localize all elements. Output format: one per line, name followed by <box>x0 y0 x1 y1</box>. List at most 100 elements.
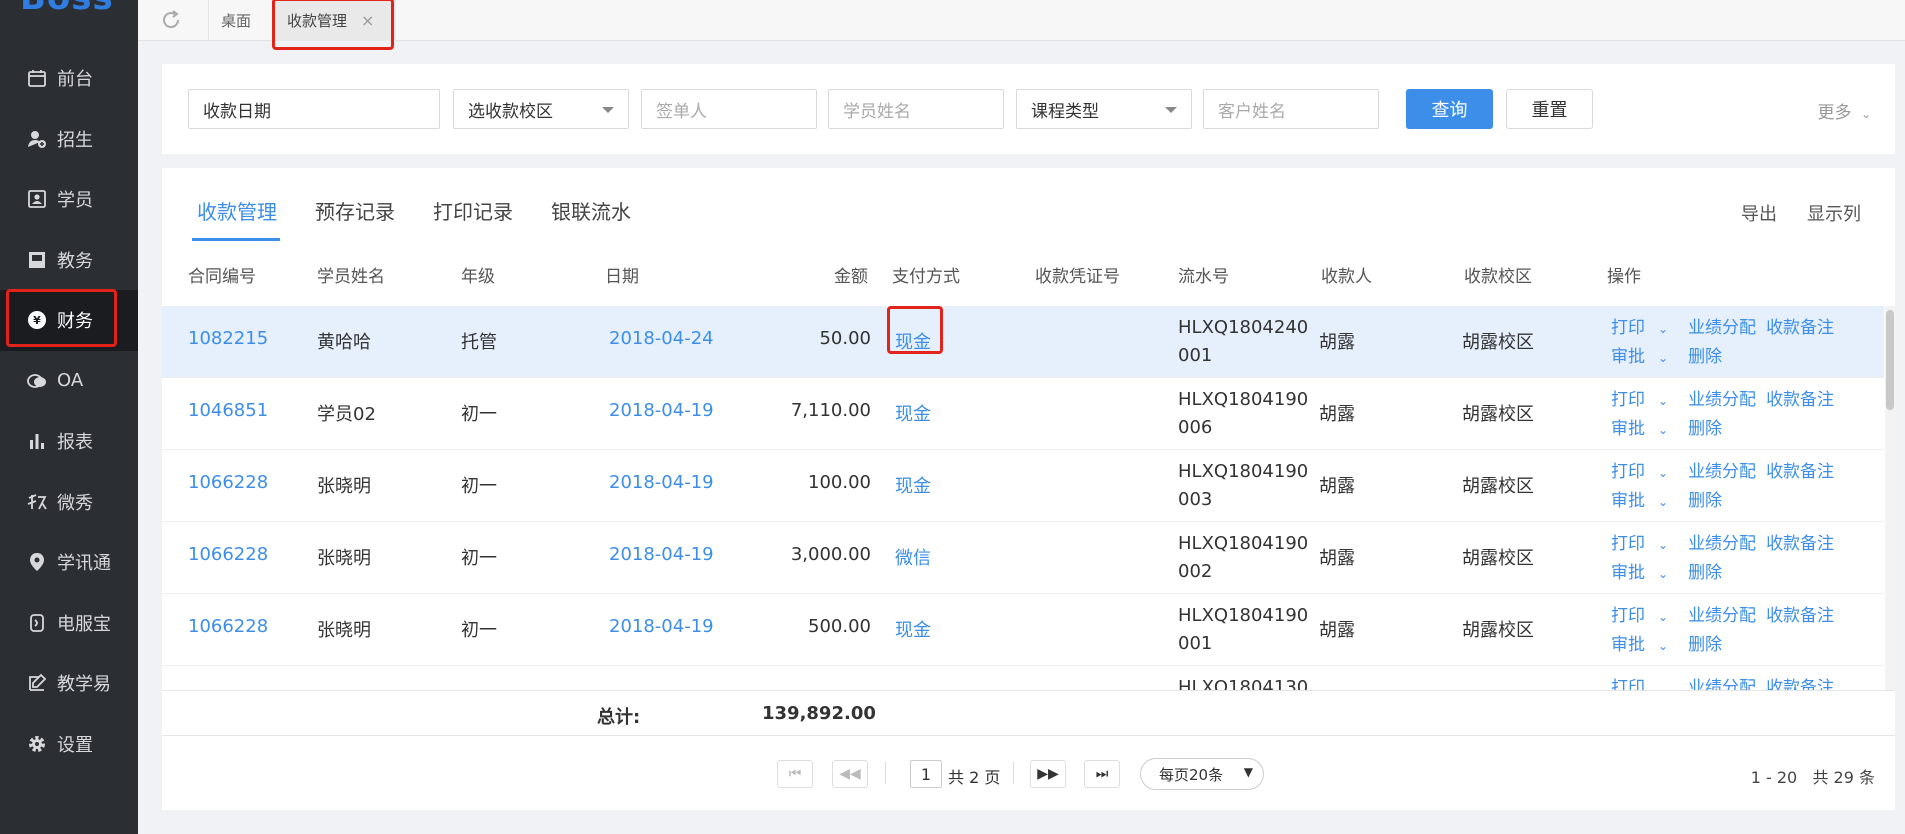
sub-tabs: 收款管理 预存记录 打印记录 银联流水 导出 显示列 <box>162 168 1895 242</box>
delete-action[interactable]: 删除 <box>1688 491 1722 511</box>
tab-desktop[interactable]: 桌面 <box>208 0 263 41</box>
page-size-select[interactable]: 每页20条 ▼ <box>1140 758 1264 790</box>
audit-action[interactable]: 审批 ⌄ <box>1611 635 1678 655</box>
sidebar-item-academic[interactable]: 教务 <box>0 230 138 291</box>
pager-info: 1 - 20 共 29 条 <box>1751 764 1875 788</box>
sidebar-item-finance[interactable]: ¥ 财务 <box>0 290 138 351</box>
contract-link[interactable]: 1046851 <box>188 400 268 421</box>
customer-name-input[interactable]: 客户姓名 <box>1203 89 1379 129</box>
performance-action[interactable]: 业绩分配 <box>1688 678 1756 690</box>
sidebar-item-oa[interactable]: OA <box>0 351 138 412</box>
first-page-icon[interactable]: ⏮ <box>777 760 813 788</box>
print-action[interactable]: 打印 ⌄ <box>1611 678 1678 690</box>
columns-button[interactable]: 显示列 <box>1807 200 1861 226</box>
refresh-icon[interactable] <box>160 9 182 31</box>
pager-total: 共 29 条 <box>1812 768 1875 787</box>
serial-no: HLXQ1804190 001 <box>1178 605 1309 654</box>
sidebar-item-front-desk[interactable]: 前台 <box>0 48 138 109</box>
performance-action[interactable]: 业绩分配 <box>1688 534 1756 554</box>
table-row[interactable]: HLXQ1804130 打印 ⌄ 业绩分配 收款备注 <box>162 666 1884 690</box>
note-action[interactable]: 收款备注 <box>1766 534 1834 554</box>
table-row[interactable]: 1066228 张晓明 初一 2018-04-19 3,000.00 微信 HL… <box>162 522 1884 594</box>
subtab-unionpay[interactable]: 银联流水 <box>551 196 631 225</box>
note-action[interactable]: 收款备注 <box>1766 390 1834 410</box>
course-type-select[interactable]: 课程类型 <box>1016 89 1192 129</box>
payment-method-link[interactable]: 现金 <box>895 472 931 498</box>
payment-method-link[interactable]: 现金 <box>895 400 931 426</box>
note-action[interactable]: 收款备注 <box>1766 606 1834 626</box>
note-action[interactable]: 收款备注 <box>1766 318 1834 338</box>
date-link[interactable]: 2018-04-24 <box>609 328 714 349</box>
performance-action[interactable]: 业绩分配 <box>1688 390 1756 410</box>
contract-link[interactable]: 1082215 <box>188 328 268 349</box>
close-icon[interactable]: × <box>361 11 374 30</box>
date-range-input[interactable]: 收款日期 <box>188 89 440 129</box>
audit-action[interactable]: 审批 ⌄ <box>1611 491 1678 511</box>
table-row[interactable]: 1082215 黄哈哈 托管 2018-04-24 50.00 现金 HLXQ1… <box>162 306 1884 378</box>
payment-method-link[interactable]: 现金 <box>895 616 931 642</box>
sidebar-item-reports[interactable]: 报表 <box>0 411 138 472</box>
tab-payment-management[interactable]: 收款管理 × <box>274 0 396 41</box>
audit-action[interactable]: 审批 ⌄ <box>1611 419 1678 439</box>
table-body: 1082215 黄哈哈 托管 2018-04-24 50.00 现金 HLXQ1… <box>162 306 1884 690</box>
table-row[interactable]: 1066228 张晓明 初一 2018-04-19 100.00 现金 HLXQ… <box>162 450 1884 522</box>
table-row[interactable]: 1066228 张晓明 初一 2018-04-19 500.00 现金 HLXQ… <box>162 594 1884 666</box>
date-link[interactable]: 2018-04-19 <box>609 544 714 565</box>
sidebar-item-jiaoxueyi[interactable]: 教学易 <box>0 653 138 714</box>
contract-link[interactable]: 1066228 <box>188 472 268 493</box>
sidebar-item-weixiu[interactable]: 微秀 <box>0 472 138 533</box>
performance-action[interactable]: 业绩分配 <box>1688 606 1756 626</box>
subtab-prepaid[interactable]: 预存记录 <box>315 196 395 225</box>
table-scrollbar[interactable] <box>1885 306 1895 690</box>
performance-action[interactable]: 业绩分配 <box>1688 318 1756 338</box>
note-action[interactable]: 收款备注 <box>1766 678 1834 690</box>
delete-action[interactable]: 删除 <box>1688 563 1722 583</box>
search-button[interactable]: 查询 <box>1406 89 1493 129</box>
delete-action[interactable]: 删除 <box>1688 347 1722 367</box>
sidebar-item-label: 微秀 <box>57 492 93 514</box>
print-action[interactable]: 打印 ⌄ <box>1611 534 1678 554</box>
delete-action[interactable]: 删除 <box>1688 419 1722 439</box>
date-link[interactable]: 2018-04-19 <box>609 400 714 421</box>
print-action[interactable]: 打印 ⌄ <box>1611 606 1678 626</box>
sidebar-item-label: 前台 <box>57 69 93 91</box>
subtab-print-records[interactable]: 打印记录 <box>433 196 513 225</box>
campus-select-value: 选收款校区 <box>468 101 553 122</box>
sidebar-item-dianfubao[interactable]: 电服宝 <box>0 593 138 654</box>
sidebar-item-label: 财务 <box>57 311 93 333</box>
sidebar-item-settings[interactable]: 设置 <box>0 714 138 775</box>
campus-select[interactable]: 选收款校区 <box>453 89 629 129</box>
performance-action[interactable]: 业绩分配 <box>1688 462 1756 482</box>
table-row[interactable]: 1046851 学员02 初一 2018-04-19 7,110.00 现金 H… <box>162 378 1884 450</box>
subtab-payments[interactable]: 收款管理 <box>197 196 277 225</box>
active-tab-underline <box>192 238 280 241</box>
audit-action[interactable]: 审批 ⌄ <box>1611 563 1678 583</box>
payment-method-link[interactable]: 微信 <box>895 544 931 570</box>
export-button[interactable]: 导出 <box>1741 200 1777 226</box>
date-link[interactable]: 2018-04-19 <box>609 472 714 493</box>
sidebar-item-enrollment[interactable]: 招生 <box>0 109 138 170</box>
prev-page-icon[interactable]: ◀◀ <box>832 760 868 788</box>
sidebar-item-xuexuntong[interactable]: 学讯通 <box>0 532 138 593</box>
contract-link[interactable]: 1066228 <box>188 544 268 565</box>
note-action[interactable]: 收款备注 <box>1766 462 1834 482</box>
date-link[interactable]: 2018-04-19 <box>609 616 714 637</box>
col-payment-method: 支付方式 <box>892 267 960 287</box>
print-action[interactable]: 打印 ⌄ <box>1611 462 1678 482</box>
contract-link[interactable]: 1066228 <box>188 616 268 637</box>
scrollbar-thumb[interactable] <box>1886 310 1894 410</box>
print-action[interactable]: 打印 ⌄ <box>1611 318 1678 338</box>
student-name-input[interactable]: 学员姓名 <box>828 89 1004 129</box>
user-add-icon <box>26 128 48 150</box>
sidebar-item-students[interactable]: 学员 <box>0 169 138 230</box>
payment-method-link[interactable]: 现金 <box>895 328 931 354</box>
print-action[interactable]: 打印 ⌄ <box>1611 390 1678 410</box>
reset-button[interactable]: 重置 <box>1506 89 1593 129</box>
more-filters-button[interactable]: 更多 ⌄ <box>1818 98 1871 123</box>
next-page-icon[interactable]: ▶▶ <box>1030 760 1066 788</box>
page-number-input[interactable]: 1 <box>910 760 942 788</box>
delete-action[interactable]: 删除 <box>1688 635 1722 655</box>
signer-input[interactable]: 签单人 <box>641 89 817 129</box>
audit-action[interactable]: 审批 ⌄ <box>1611 347 1678 367</box>
last-page-icon[interactable]: ⏭ <box>1084 760 1120 788</box>
